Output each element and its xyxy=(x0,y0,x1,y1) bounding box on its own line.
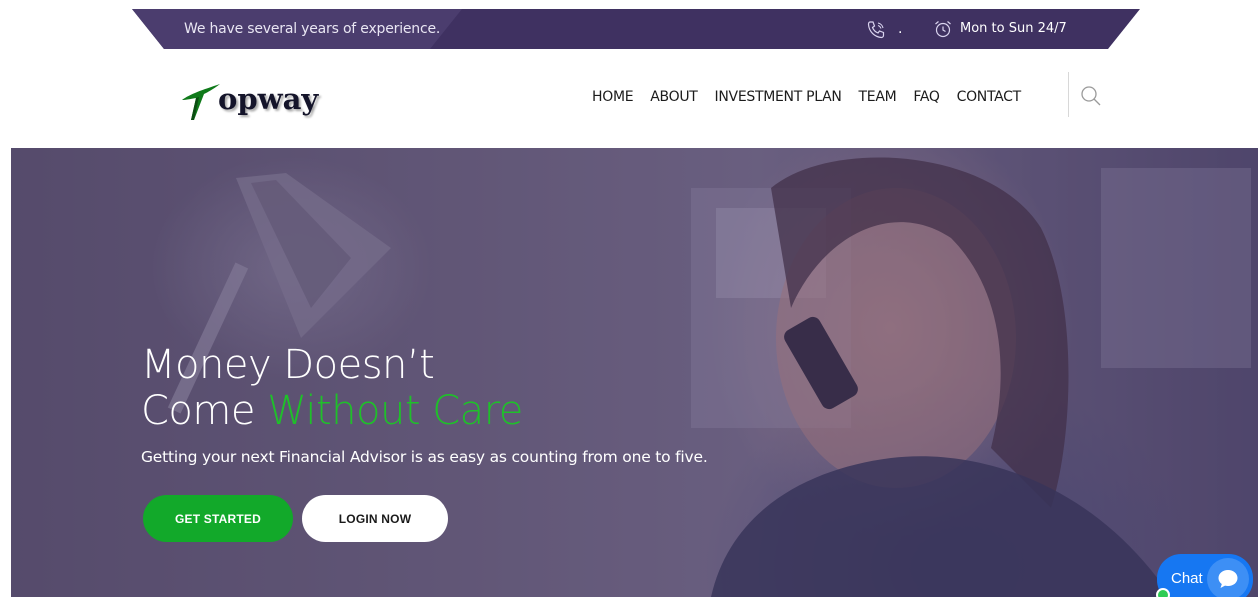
nav-contact[interactable]: CONTACT xyxy=(957,89,1022,105)
online-status-dot xyxy=(1156,588,1170,597)
alarm-clock-icon xyxy=(935,21,951,38)
chat-label: Chat xyxy=(1171,570,1203,587)
hero-title-line-1: Money Doesn’t xyxy=(141,342,435,388)
nav-home[interactable]: HOME xyxy=(592,89,634,105)
hero-title-accent: Without Care xyxy=(267,388,523,434)
nav-team[interactable]: TEAM xyxy=(859,89,897,105)
chat-bubble-icon xyxy=(1218,570,1238,588)
phone-number[interactable]: . xyxy=(898,9,902,49)
logo-wordmark: opway xyxy=(218,82,319,116)
hero-title: Money Doesn’t Come Without Care xyxy=(141,342,523,434)
search-icon[interactable] xyxy=(1080,85,1102,107)
site-logo[interactable]: opway xyxy=(180,78,330,124)
get-started-button[interactable]: GET STARTED xyxy=(143,495,293,542)
nav-investment-plan[interactable]: INVESTMENT PLAN xyxy=(715,89,842,105)
opening-hours: Mon to Sun 24/7 xyxy=(960,21,1067,36)
hero-banner: Money Doesn’t Come Without Care Getting … xyxy=(11,148,1258,597)
experience-tagline: We have several years of experience. xyxy=(184,21,441,37)
nav-divider xyxy=(1068,72,1069,117)
main-navigation: HOME ABOUT INVESTMENT PLAN TEAM FAQ CONT… xyxy=(592,84,1038,110)
phone-icon xyxy=(867,21,885,39)
nav-faq[interactable]: FAQ xyxy=(913,89,940,105)
login-now-button[interactable]: LOGIN NOW xyxy=(302,495,448,542)
hero-subtitle: Getting your next Financial Advisor is a… xyxy=(141,448,708,466)
hero-title-plain: Come xyxy=(141,388,255,434)
chat-bubble xyxy=(1207,558,1249,597)
nav-about[interactable]: ABOUT xyxy=(650,89,698,105)
top-info-bar: We have several years of experience. . M… xyxy=(132,9,1140,49)
chat-widget-button[interactable]: Chat xyxy=(1156,554,1253,597)
hero-title-line-2: Come Without Care xyxy=(141,388,523,434)
